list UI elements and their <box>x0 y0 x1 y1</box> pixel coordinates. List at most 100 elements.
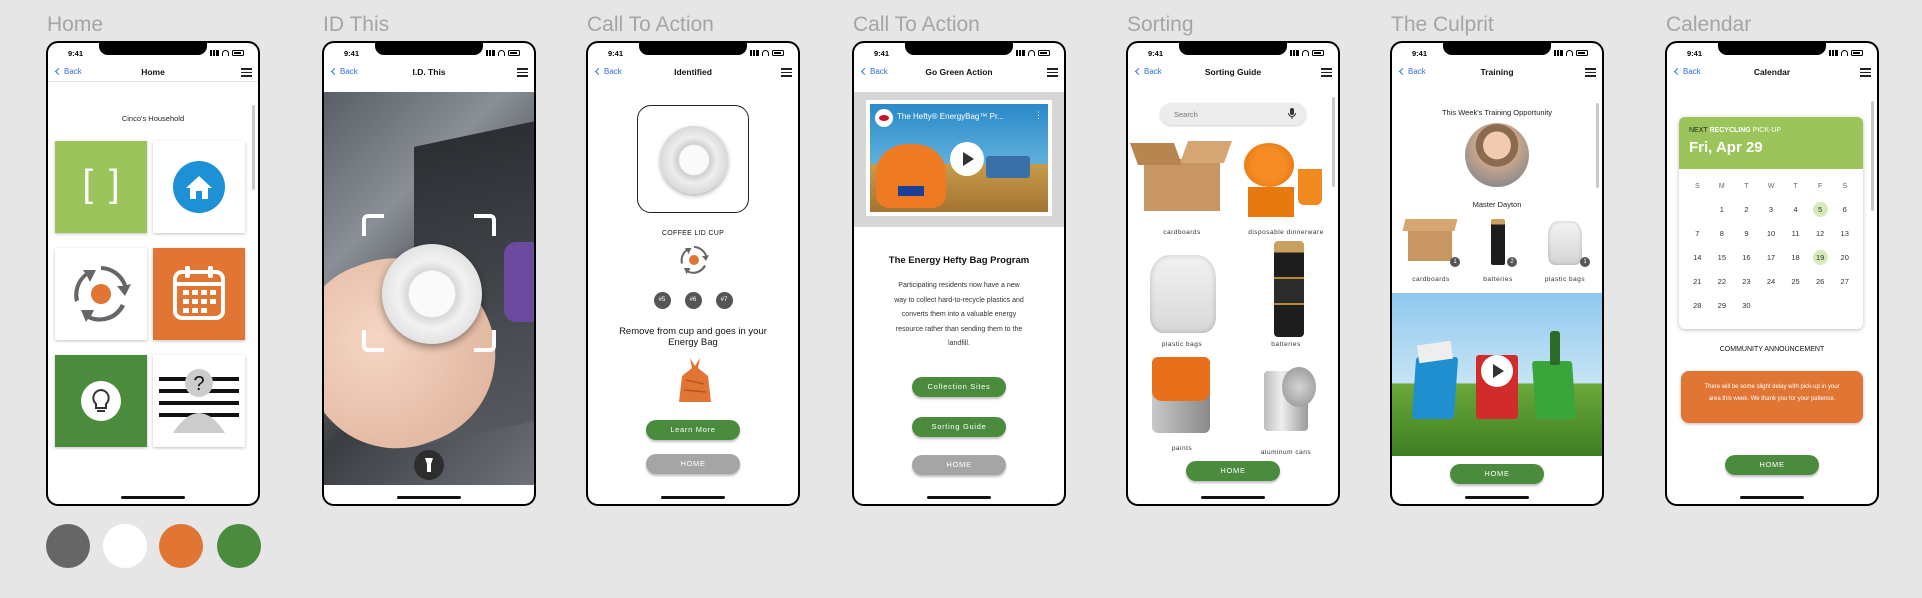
sort-item-aluminum-cans[interactable]: aluminum cans <box>1234 353 1338 463</box>
scrollbar[interactable] <box>1871 101 1874 211</box>
menu-icon[interactable] <box>241 68 252 77</box>
calendar-day-cell[interactable]: 23 <box>1734 274 1759 289</box>
sort-item-cardboards[interactable]: cardboards <box>1129 137 1234 245</box>
home-indicator[interactable] <box>661 496 725 499</box>
video-player[interactable]: The Hefty® EnergyBag™ Pr... ⋮ <box>866 100 1052 216</box>
more-vert-icon[interactable]: ⋮ <box>1034 111 1043 120</box>
flashlight-button[interactable] <box>414 450 444 480</box>
home-indicator[interactable] <box>927 496 991 499</box>
calendar-day-cell[interactable]: 17 <box>1759 250 1784 265</box>
training-heading: This Week's Training Opportunity <box>1441 108 1553 117</box>
calendar-day-cell[interactable]: 12 <box>1808 226 1833 241</box>
menu-icon[interactable] <box>1047 68 1058 77</box>
calendar-day-cell[interactable]: 9 <box>1734 226 1759 241</box>
camera-viewfinder[interactable] <box>324 92 534 485</box>
avatar[interactable] <box>1465 123 1529 187</box>
calendar-day-cell[interactable]: 3 <box>1759 202 1784 217</box>
calendar-day-cell[interactable]: 18 <box>1783 250 1808 265</box>
calendar-day-cell[interactable]: 7 <box>1685 226 1710 241</box>
status-icons <box>750 50 784 56</box>
phone-training: 9:41 Back Training This Week's Training … <box>1390 41 1604 506</box>
home-indicator[interactable] <box>1465 496 1529 499</box>
calendar-day-cell[interactable]: 27 <box>1832 274 1857 289</box>
phone-id-this: 9:41 Back I.D. This <box>322 41 536 506</box>
tile-sorting[interactable] <box>55 248 147 340</box>
calendar-day-cell[interactable]: 13 <box>1832 226 1857 241</box>
menu-icon[interactable] <box>781 68 792 77</box>
home-button[interactable]: HOME <box>1186 461 1280 481</box>
menu-icon[interactable] <box>517 68 528 77</box>
next-recycling: RECYCLING <box>1709 127 1751 134</box>
sort-item-batteries[interactable]: batteries <box>1234 235 1338 353</box>
menu-icon[interactable] <box>1321 68 1332 77</box>
scrollbar[interactable] <box>1596 103 1599 188</box>
home-button[interactable]: HOME <box>912 455 1006 475</box>
phone-notch <box>1718 43 1826 55</box>
menu-icon[interactable] <box>1585 68 1596 77</box>
culprit-item-batteries[interactable]: 2 batteries <box>1467 217 1529 283</box>
video-title: The Hefty® EnergyBag™ Pr... <box>897 112 1004 121</box>
calendar-day-cell[interactable]: 10 <box>1759 226 1784 241</box>
calendar-day-cell[interactable]: 15 <box>1710 250 1735 265</box>
calendar-day-cell[interactable]: 2 <box>1734 202 1759 217</box>
culprit-item-plastic-bags[interactable]: 1 plastic bags <box>1534 217 1596 283</box>
home-indicator[interactable] <box>121 496 185 499</box>
tile-calendar[interactable] <box>153 248 245 340</box>
home-button[interactable]: HOME <box>646 454 740 474</box>
home-indicator[interactable] <box>1201 496 1265 499</box>
calendar-day-cell[interactable]: 22 <box>1710 274 1735 289</box>
announcement-card: There will be some slight delay with pic… <box>1681 371 1863 423</box>
sort-item-disposable-dinnerware[interactable]: disposable dinnerware <box>1234 137 1338 245</box>
calendar-day-cell[interactable]: 4 <box>1783 202 1808 217</box>
calendar-day-cell[interactable]: 21 <box>1685 274 1710 289</box>
calendar-day-cell[interactable]: 24 <box>1759 274 1784 289</box>
training-video[interactable] <box>1392 293 1602 456</box>
search-input[interactable] <box>1174 107 1274 121</box>
home-button[interactable]: HOME <box>1450 464 1544 484</box>
calendar-day-cell[interactable]: 20 <box>1832 250 1857 265</box>
calendar-day-cell[interactable]: 30 <box>1734 298 1759 313</box>
menu-icon[interactable] <box>1860 68 1871 77</box>
culprit-item-cardboards[interactable]: 1 cardboards <box>1400 217 1462 283</box>
sort-item-label: batteries <box>1271 341 1301 348</box>
sort-item-paints[interactable]: paints <box>1130 353 1234 461</box>
calendar-day-cell[interactable]: 1 <box>1710 202 1735 217</box>
calendar-day-pickup: 5 <box>1812 202 1828 217</box>
home-indicator[interactable] <box>397 496 461 499</box>
phone-go-green-action: 9:41 Back Go Green Action The Hefty® Ene… <box>852 41 1066 506</box>
play-button-icon[interactable] <box>1481 355 1513 387</box>
calendar-day-cell[interactable]: 19 <box>1808 250 1833 265</box>
cardboard-box-image <box>1408 229 1452 261</box>
learn-more-button[interactable]: Learn More <box>646 420 740 440</box>
home-indicator[interactable] <box>1740 496 1804 499</box>
calendar-day-cell[interactable]: 16 <box>1734 250 1759 265</box>
tile-home[interactable] <box>153 141 245 233</box>
play-button-icon[interactable] <box>950 142 984 176</box>
flashlight-icon <box>425 458 433 472</box>
item-name: COFFEE LID CUP <box>661 230 725 237</box>
sort-item-label: aluminum cans <box>1260 449 1312 456</box>
tile-the-culprit[interactable]: ? <box>153 355 245 447</box>
calendar-day-cell[interactable]: 8 <box>1710 226 1735 241</box>
calendar-day: 1 <box>1719 205 1724 214</box>
wifi-icon <box>222 50 229 56</box>
calendar-day: 24 <box>1766 277 1776 286</box>
collection-sites-button[interactable]: Collection Sites <box>912 377 1006 397</box>
calendar-day-cell[interactable]: 11 <box>1783 226 1808 241</box>
culprit-item-label: batteries <box>1483 276 1513 283</box>
home-button[interactable]: HOME <box>1725 455 1819 475</box>
sorting-guide-button[interactable]: Sorting Guide <box>912 417 1006 437</box>
calendar-day-cell[interactable]: 26 <box>1808 274 1833 289</box>
scrollbar[interactable] <box>252 105 255 190</box>
calendar-day-cell[interactable]: 25 <box>1783 274 1808 289</box>
calendar-day-cell[interactable]: 5 <box>1808 202 1833 217</box>
calendar-day-cell[interactable]: 29 <box>1710 298 1735 313</box>
calendar-day-cell[interactable]: 14 <box>1685 250 1710 265</box>
calendar-day-cell[interactable]: 28 <box>1685 298 1710 313</box>
tile-go-green[interactable] <box>55 355 147 447</box>
search-bar[interactable] <box>1160 103 1306 125</box>
microphone-icon[interactable] <box>1288 108 1296 120</box>
calendar-day-cell[interactable]: 6 <box>1832 202 1857 217</box>
sort-item-plastic-bags[interactable]: plastic bags <box>1130 243 1234 353</box>
tile-id-this[interactable]: [] <box>55 141 147 233</box>
